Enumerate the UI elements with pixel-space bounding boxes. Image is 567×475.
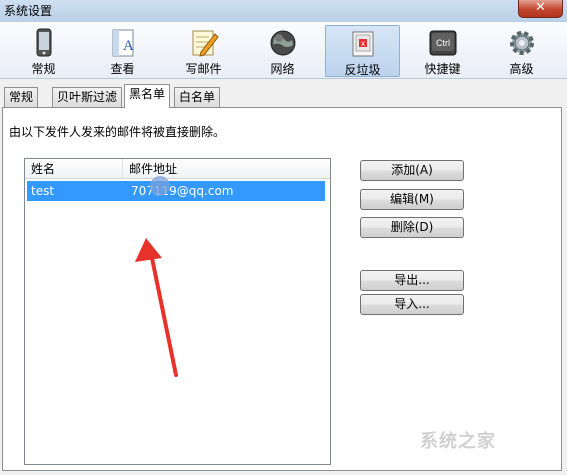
svg-text:x: x bbox=[361, 39, 365, 48]
table-row[interactable]: test 707119@qq.com bbox=[27, 181, 325, 201]
blacklist-description: 由以下发件人发来的邮件将被直接删除。 bbox=[9, 125, 226, 139]
tab-bayes-filter[interactable]: 贝叶斯过滤 bbox=[52, 87, 123, 107]
toolbar-label: 写邮件 bbox=[185, 62, 222, 76]
svg-text:A: A bbox=[123, 38, 134, 54]
tab-whitelist[interactable]: 白名单 bbox=[174, 87, 221, 107]
gear-icon bbox=[509, 31, 534, 55]
row-name: test bbox=[31, 184, 55, 198]
export-button[interactable]: 导出... bbox=[360, 270, 464, 291]
title-bar: 系统设置 ✕ bbox=[0, 0, 567, 22]
toolbar-label: 网络 bbox=[270, 62, 295, 76]
toolbar-label: 查看 bbox=[110, 62, 135, 76]
ctrl-key-text: Ctrl bbox=[436, 38, 450, 48]
network-globe-icon bbox=[270, 30, 295, 56]
toolbar-label: 高级 bbox=[509, 62, 534, 76]
toolbar-shortcuts[interactable]: Ctrl 快捷键 bbox=[405, 25, 480, 77]
toolbar-general[interactable]: 常规 bbox=[6, 25, 81, 77]
notepad-pencil-icon bbox=[192, 30, 219, 57]
toolbar-antispam[interactable]: x 反垃圾 bbox=[325, 25, 400, 77]
settings-toolbar: 常规 A 查看 写邮件 网络 x 反垃圾 Ctrl 快捷键 高级 bbox=[0, 22, 567, 79]
delete-button[interactable]: 删除(D) bbox=[360, 217, 464, 238]
ctrl-key-icon: Ctrl bbox=[429, 30, 456, 56]
toolbar-network[interactable]: 网络 bbox=[245, 25, 320, 77]
watermark: 系统之家 bbox=[420, 431, 496, 452]
edit-button[interactable]: 编辑(M) bbox=[360, 189, 464, 210]
close-icon: ✕ bbox=[535, 0, 546, 15]
toolbar-label: 常规 bbox=[31, 62, 56, 76]
add-button[interactable]: 添加(A) bbox=[360, 160, 464, 181]
toolbar-label: 快捷键 bbox=[424, 62, 461, 76]
blacklist-page: 由以下发件人发来的邮件将被直接删除。 姓名 邮件地址 test 707119@q… bbox=[2, 107, 562, 471]
column-header-name[interactable]: 姓名 bbox=[25, 159, 123, 179]
close-button[interactable]: ✕ bbox=[518, 0, 563, 18]
column-header-email[interactable]: 邮件地址 bbox=[123, 159, 330, 179]
settings-panel: 常规 贝叶斯过滤 黑名单 白名单 由以下发件人发来的邮件将被直接删除。 姓名 邮… bbox=[0, 79, 567, 475]
import-button[interactable]: 导入... bbox=[360, 294, 464, 315]
toolbar-advanced[interactable]: 高级 bbox=[484, 25, 559, 77]
blacklist-list[interactable]: 姓名 邮件地址 test 707119@qq.com bbox=[24, 158, 331, 465]
tab-blacklist[interactable]: 黑名单 bbox=[124, 84, 171, 108]
tab-general[interactable]: 常规 bbox=[4, 87, 39, 107]
row-email: 707119@qq.com bbox=[131, 184, 234, 198]
window-title: 系统设置 bbox=[4, 4, 53, 18]
cursor-highlight bbox=[150, 176, 170, 196]
toolbar-label: 反垃圾 bbox=[344, 63, 381, 77]
phone-icon bbox=[36, 28, 51, 57]
antispam-icon: x bbox=[352, 31, 373, 57]
document-view-icon: A bbox=[112, 29, 134, 57]
toolbar-compose[interactable]: 写邮件 bbox=[166, 25, 241, 77]
toolbar-view[interactable]: A 查看 bbox=[85, 25, 160, 77]
